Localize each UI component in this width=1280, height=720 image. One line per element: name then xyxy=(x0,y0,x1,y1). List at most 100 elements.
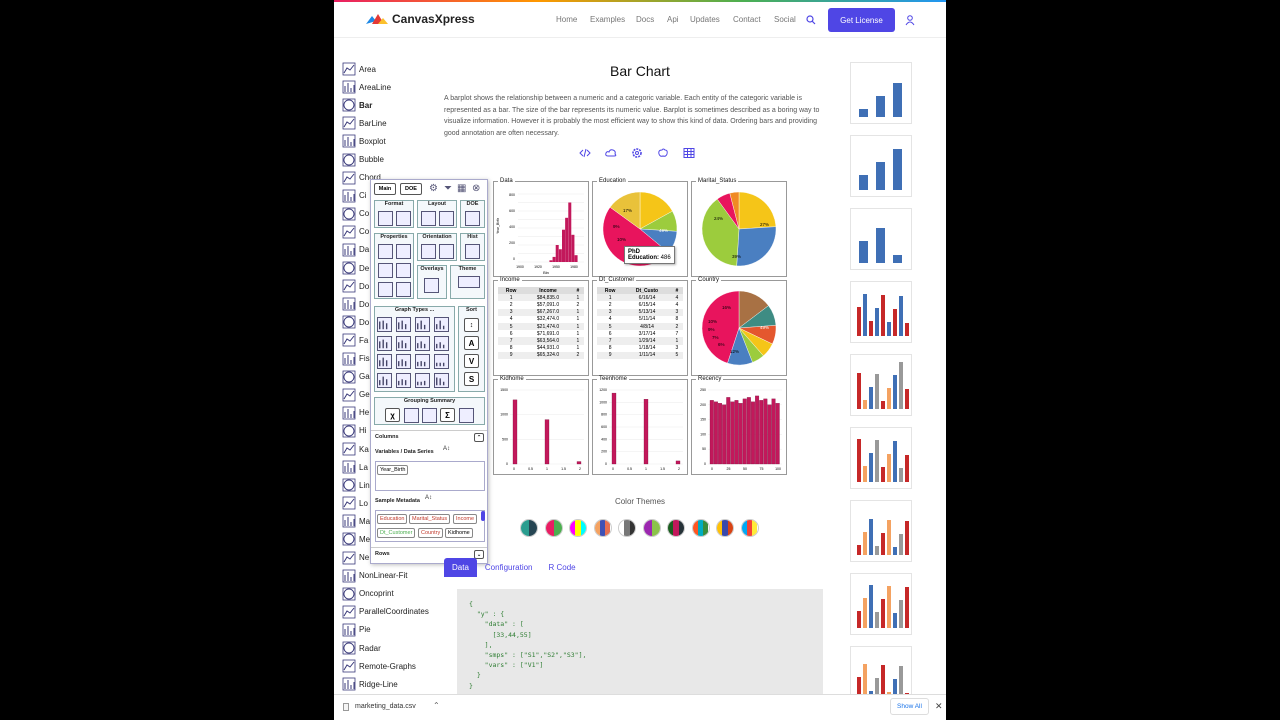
vertical-bars-icon[interactable] xyxy=(421,244,436,259)
nav-link-examples[interactable]: Examples xyxy=(590,15,625,24)
download-file-name[interactable]: marketing_data.csv xyxy=(355,703,416,710)
panel-country[interactable]: Country 16% 10% 9% 7% 6% 12% 49% xyxy=(691,277,787,376)
sidebar-item[interactable]: Remote-Graphs xyxy=(342,657,452,675)
graph-type-icon[interactable] xyxy=(415,335,430,351)
table-header[interactable]: # xyxy=(571,287,584,295)
histogram-bar[interactable] xyxy=(562,229,565,262)
color-theme-swatch[interactable] xyxy=(618,519,636,537)
tab-main[interactable]: Main xyxy=(374,183,396,195)
histogram-bar[interactable] xyxy=(565,217,569,262)
tab-data[interactable]: Data xyxy=(444,558,477,577)
grouping-x-button[interactable]: χ xyxy=(385,408,400,422)
panel-marital-status[interactable]: Marital_Status 24% 27% 39% xyxy=(691,178,787,277)
bar[interactable] xyxy=(576,461,582,465)
bar[interactable] xyxy=(771,398,776,465)
table-icon[interactable] xyxy=(683,147,695,159)
color-theme-swatch[interactable] xyxy=(593,519,612,537)
graph-type-icon[interactable] xyxy=(415,317,430,332)
variable-chip[interactable]: Year_Birth xyxy=(377,465,409,475)
bar[interactable] xyxy=(512,399,518,465)
pie-slice[interactable] xyxy=(736,226,777,267)
graph-type-icon[interactable] xyxy=(434,335,449,351)
graph-type-icon[interactable] xyxy=(377,317,392,332)
graph-type-icon[interactable] xyxy=(434,372,449,388)
nav-link-api[interactable]: Api xyxy=(667,15,679,24)
logo[interactable]: CanvasXpress xyxy=(366,12,475,26)
sidebar-item[interactable]: AreaLine xyxy=(342,78,452,96)
sidebar-item[interactable]: Ridge-Line xyxy=(342,675,452,693)
bar[interactable] xyxy=(713,401,718,465)
layout-single-icon[interactable] xyxy=(421,211,436,226)
layout-grid-icon[interactable] xyxy=(439,211,454,226)
metadata-chip[interactable]: Country xyxy=(418,528,444,538)
size-icon[interactable] xyxy=(378,263,393,278)
table-header[interactable]: Row xyxy=(597,287,624,295)
graph-type-icon[interactable] xyxy=(396,354,411,369)
color-theme-swatch[interactable] xyxy=(691,519,710,537)
sidebar-item[interactable]: Bubble xyxy=(342,150,452,168)
bar[interactable] xyxy=(738,403,743,465)
font-icon[interactable] xyxy=(378,211,393,226)
metadata-chip[interactable]: Education xyxy=(377,514,408,524)
grid-lines-icon[interactable] xyxy=(396,282,411,297)
horizontal-bars-icon[interactable] xyxy=(439,244,454,259)
graph-type-icon[interactable] xyxy=(396,335,411,351)
bar[interactable] xyxy=(722,404,727,465)
graph-type-icon[interactable] xyxy=(396,372,411,388)
sidebar-item[interactable]: Oncoprint xyxy=(342,585,452,603)
color-theme-swatch[interactable] xyxy=(740,519,759,537)
chevron-up-icon[interactable]: ⌃ xyxy=(433,701,440,710)
example-thumbnail[interactable] xyxy=(850,208,912,270)
bar[interactable] xyxy=(726,397,731,465)
gear-icon[interactable]: ⚙ xyxy=(429,183,438,194)
nav-link-social[interactable]: Social xyxy=(774,15,796,24)
grouping-bars-icon[interactable] xyxy=(404,408,419,423)
table-header[interactable]: # xyxy=(670,287,683,295)
bar[interactable] xyxy=(734,400,739,465)
nav-link-contact[interactable]: Contact xyxy=(733,15,761,24)
filter-icon[interactable]: ⏷ xyxy=(444,183,452,194)
nav-link-updates[interactable]: Updates xyxy=(690,15,720,24)
bar[interactable] xyxy=(544,419,550,465)
graph-type-icon[interactable] xyxy=(377,372,392,388)
shape-icon[interactable] xyxy=(396,244,411,259)
sort-sample-button[interactable]: S xyxy=(464,372,479,386)
metadata-chip[interactable]: Income xyxy=(453,514,478,524)
histogram-bar[interactable] xyxy=(571,234,575,262)
graph-type-icon[interactable] xyxy=(396,317,411,332)
sort-alpha-button[interactable]: A xyxy=(464,336,479,350)
color-theme-swatch[interactable] xyxy=(716,519,734,537)
table-icon[interactable]: ▦ xyxy=(457,183,466,194)
graph-type-icon[interactable] xyxy=(434,354,449,369)
histogram-bar[interactable] xyxy=(558,249,562,262)
axis-icon[interactable] xyxy=(396,211,411,226)
bar[interactable] xyxy=(751,401,755,465)
collapse-columns-button[interactable]: ⌃ xyxy=(474,433,484,442)
example-thumbnail[interactable] xyxy=(850,281,912,343)
metadata-chip[interactable]: Kidhome xyxy=(445,528,473,538)
histogram-bar[interactable] xyxy=(552,256,556,262)
bar[interactable] xyxy=(643,399,649,465)
sidebar-item[interactable]: BarLine xyxy=(342,114,452,132)
example-thumbnail[interactable] xyxy=(850,135,912,197)
close-icon[interactable]: ✕ xyxy=(935,701,943,712)
panel-dt-customer[interactable]: Dt_Customer Row Dt_Custo #1 6/16/14 4 2 6/15/1… xyxy=(592,277,688,376)
tab-r-code[interactable]: R Code xyxy=(541,558,584,577)
sidebar-item[interactable]: ParallelCoordinates xyxy=(342,603,452,621)
get-license-button[interactable]: Get License xyxy=(828,8,895,32)
color-theme-swatch[interactable] xyxy=(544,519,563,537)
cloud-icon[interactable] xyxy=(605,147,617,159)
legend-icon[interactable] xyxy=(378,282,393,297)
histogram-bar[interactable] xyxy=(574,255,578,262)
gear-icon[interactable] xyxy=(631,147,643,159)
graph-type-icon[interactable] xyxy=(415,354,430,369)
example-thumbnail[interactable] xyxy=(850,62,912,124)
bar[interactable] xyxy=(742,398,747,465)
sum-button[interactable]: Σ xyxy=(440,408,455,422)
sort-value-button[interactable]: V xyxy=(464,354,479,368)
bar[interactable] xyxy=(746,397,751,465)
nav-link-home[interactable]: Home xyxy=(556,15,577,24)
bar[interactable] xyxy=(775,403,780,465)
bar[interactable] xyxy=(675,460,681,465)
graph-type-icon[interactable] xyxy=(377,354,392,369)
